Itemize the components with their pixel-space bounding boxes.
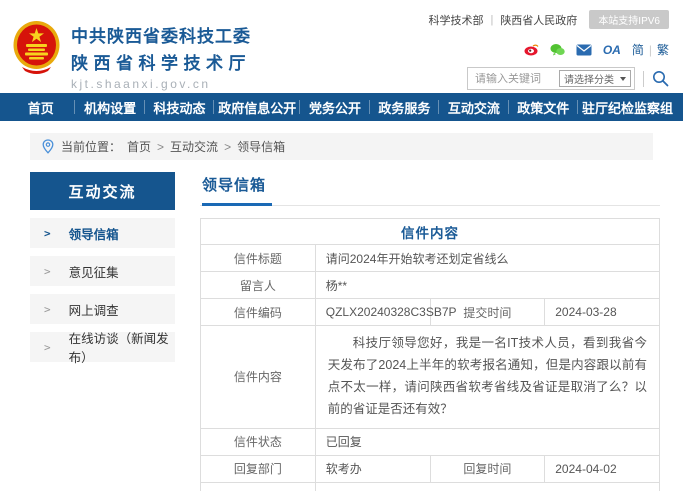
brand-text: 中共陕西省委科技工委 陕西省科学技术厅 kjt.shaanxi.gov.cn (71, 10, 251, 91)
link-ministry[interactable]: 科学技术部 (428, 12, 483, 28)
letter-title-label: 信件标题 (201, 245, 316, 272)
nav-item-policy[interactable]: 政策文件 (509, 93, 578, 121)
org-name-line1: 中共陕西省委科技工委 (71, 22, 251, 47)
table-row: 信件标题 请问2024年开始软考还划定省线么 (201, 245, 660, 272)
reply-content-label: 回复内容 (201, 482, 316, 491)
lang-traditional[interactable]: 繁 (657, 41, 669, 58)
chevron-right-icon: > (44, 265, 51, 278)
nav-item-org[interactable]: 机构设置 (75, 93, 144, 121)
mail-icon[interactable] (576, 44, 592, 56)
content-panel: 领导信箱 信件内容 信件标题 请问2024年开始软考还划定省线么 留言人 杨**… (200, 172, 660, 491)
site-brand[interactable]: 中共陕西省委科技工委 陕西省科学技术厅 kjt.shaanxi.gov.cn (12, 10, 251, 93)
oa-link[interactable]: OA (603, 43, 621, 57)
weibo-icon[interactable] (524, 43, 539, 56)
table-row: 信件内容 科技厅领导您好，我是一名IT技术人员，看到我省今天发布了2024上半年… (201, 326, 660, 429)
top-links: 科学技术部 | 陕西省人民政府 本站支持IPV6 (428, 10, 669, 29)
nav-item-discipline[interactable]: 驻厅纪检监察组 (578, 93, 677, 121)
table-row: 信件状态 已回复 (201, 428, 660, 455)
submit-time-value: 2024-03-28 (545, 299, 660, 326)
sender-label: 留言人 (201, 272, 316, 299)
org-name-line2: 陕西省科学技术厅 (71, 49, 251, 74)
breadcrumb-wrap: 当前位置： 首页 互动交流 领导信箱 (0, 121, 683, 160)
nav-item-news[interactable]: 科技动态 (145, 93, 214, 121)
chevron-down-icon (620, 77, 626, 81)
main-area: 互动交流 > 领导信箱 > 意见征集 > 网上调查 > 在线访谈（新闻发布） 领… (0, 160, 683, 491)
sidebar: 互动交流 > 领导信箱 > 意见征集 > 网上调查 > 在线访谈（新闻发布） (30, 172, 175, 491)
table-row: 信件编码 QZLX20240328C3SB7P 提交时间 2024-03-28 (201, 299, 660, 326)
reply-dept-value: 软考办 (315, 455, 430, 482)
sidebar-title: 互动交流 (30, 172, 175, 210)
table-row: 留言人 杨** (201, 272, 660, 299)
breadcrumb-item-interaction[interactable]: 互动交流 (170, 138, 231, 155)
sidebar-item-label: 网上调查 (69, 300, 119, 319)
divider: | (490, 14, 493, 26)
chevron-right-icon: > (44, 341, 51, 354)
content-title-bar: 领导信箱 (200, 172, 660, 206)
letter-status-label: 信件状态 (201, 428, 316, 455)
header-right: 科学技术部 | 陕西省人民政府 本站支持IPV6 OA (428, 10, 669, 93)
sidebar-item-label: 在线访谈（新闻发布） (69, 328, 175, 366)
wechat-icon[interactable] (550, 43, 565, 56)
page-title: 领导信箱 (202, 174, 272, 206)
breadcrumb-item-mailbox[interactable]: 领导信箱 (237, 138, 285, 155)
letter-title-value: 请问2024年开始软考还划定省线么 (315, 245, 659, 272)
reply-dept-label: 回复部门 (201, 455, 316, 482)
search-box: 请选择分类 (467, 67, 635, 90)
breadcrumb-label: 当前位置： (61, 138, 121, 155)
divider (643, 71, 644, 87)
table-row: 回复部门 软考办 回复时间 2024-04-02 (201, 455, 660, 482)
chevron-right-icon: > (44, 303, 51, 316)
link-provincial-gov[interactable]: 陕西省人民政府 (500, 12, 577, 28)
letter-detail-table: 信件内容 信件标题 请问2024年开始软考还划定省线么 留言人 杨** 信件编码… (200, 218, 660, 491)
nav-item-gov-info[interactable]: 政府信息公开 (214, 93, 300, 121)
category-select-label: 请选择分类 (564, 71, 614, 86)
divider: | (649, 43, 652, 57)
search-input[interactable] (475, 73, 559, 85)
location-pin-icon (42, 139, 54, 154)
sidebar-item-label: 意见征集 (69, 262, 119, 281)
letter-content-value: 科技厅领导您好，我是一名IT技术人员，看到我省今天发布了2024上半年的软考报名… (315, 326, 659, 429)
site-header: 中共陕西省委科技工委 陕西省科学技术厅 kjt.shaanxi.gov.cn 科… (0, 0, 683, 93)
letter-code-label: 信件编码 (201, 299, 316, 326)
table-header: 信件内容 (201, 219, 660, 245)
search-icon[interactable] (652, 70, 669, 87)
reply-content-value: 考生你好，从2024年上半年开始，全国计算机软件资格考试陕西省不再划定省线，之前… (315, 482, 659, 491)
reply-time-value: 2024-04-02 (545, 455, 660, 482)
category-select[interactable]: 请选择分类 (559, 70, 631, 87)
ipv6-badge: 本站支持IPV6 (589, 10, 669, 29)
chevron-right-icon: > (44, 227, 51, 240)
letter-status-value: 已回复 (315, 428, 659, 455)
letter-code-value: QZLX20240328C3SB7P (315, 299, 430, 326)
main-nav: 首页 机构设置 科技动态 政府信息公开 党务公开 政务服务 互动交流 政策文件 … (0, 93, 683, 121)
social-icon-row: OA 简 | 繁 (524, 41, 669, 58)
sidebar-item-survey[interactable]: > 网上调查 (30, 294, 175, 324)
sidebar-item-mailbox[interactable]: > 领导信箱 (30, 218, 175, 248)
reply-time-label: 回复时间 (430, 455, 545, 482)
national-emblem-logo (12, 20, 61, 75)
sidebar-item-opinion[interactable]: > 意见征集 (30, 256, 175, 286)
table-row: 回复内容 考生你好，从2024年上半年开始，全国计算机软件资格考试陕西省不再划定… (201, 482, 660, 491)
nav-item-home[interactable]: 首页 (6, 93, 75, 121)
breadcrumb: 当前位置： 首页 互动交流 领导信箱 (30, 133, 653, 160)
nav-item-services[interactable]: 政务服务 (370, 93, 439, 121)
lang-simplified[interactable]: 简 (632, 41, 644, 58)
nav-item-interaction[interactable]: 互动交流 (439, 93, 508, 121)
letter-content-label: 信件内容 (201, 326, 316, 429)
breadcrumb-item-home[interactable]: 首页 (127, 138, 164, 155)
site-url: kjt.shaanxi.gov.cn (71, 77, 251, 91)
table-header-row: 信件内容 (201, 219, 660, 245)
sender-value: 杨** (315, 272, 659, 299)
language-switch: 简 | 繁 (632, 41, 669, 58)
sidebar-item-interview[interactable]: > 在线访谈（新闻发布） (30, 332, 175, 362)
nav-item-party[interactable]: 党务公开 (300, 93, 369, 121)
sidebar-item-label: 领导信箱 (69, 224, 119, 243)
search-row: 请选择分类 (467, 67, 669, 90)
